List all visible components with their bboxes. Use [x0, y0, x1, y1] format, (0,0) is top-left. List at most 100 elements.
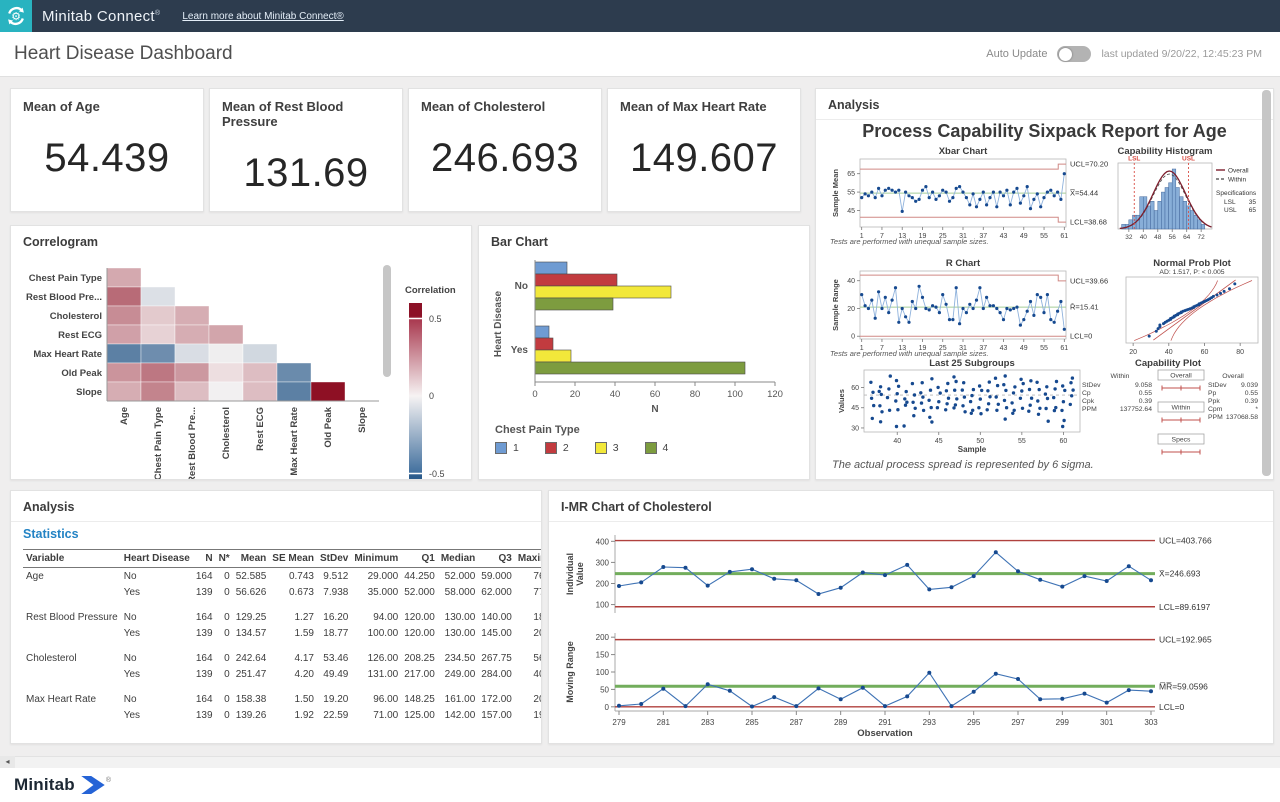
- svg-text:Cpm: Cpm: [1208, 406, 1223, 413]
- svg-text:Within: Within: [1111, 373, 1130, 380]
- bar-chart: NoYes020406080100120NHeart Disease: [489, 258, 789, 423]
- svg-text:299: 299: [1056, 718, 1070, 727]
- svg-text:Observation: Observation: [857, 728, 913, 738]
- svg-text:60: 60: [650, 389, 661, 400]
- svg-text:65: 65: [847, 171, 855, 178]
- svg-text:100: 100: [596, 668, 610, 677]
- svg-text:0.55: 0.55: [1139, 390, 1152, 397]
- svg-text:100: 100: [727, 389, 743, 400]
- legend-item: 4: [645, 442, 669, 454]
- svg-text:*: *: [1255, 406, 1258, 413]
- svg-text:Ppk: Ppk: [1208, 398, 1220, 405]
- kpi-card-mean-age: Mean of Age 54.439: [10, 88, 204, 212]
- svg-text:0.55: 0.55: [1245, 390, 1258, 397]
- scroll-left-arrow-icon[interactable]: ◂: [0, 756, 15, 768]
- registered-mark: ®: [106, 777, 111, 784]
- kpi-value: 54.439: [11, 136, 203, 181]
- kpi-label: Mean of Max Heart Rate: [608, 89, 800, 114]
- correlogram-scrollbar[interactable]: [383, 265, 391, 377]
- svg-text:Cholesterol: Cholesterol: [50, 311, 102, 322]
- svg-text:Chest Pain Type: Chest Pain Type: [153, 407, 164, 480]
- sixpack-charts: Xbar Chart455565Sample Mean1713192531374…: [826, 145, 1263, 466]
- svg-text:137068.58: 137068.58: [1226, 414, 1258, 421]
- svg-text:30: 30: [851, 425, 859, 432]
- svg-text:72: 72: [1198, 234, 1206, 241]
- panel-title: Analysis: [816, 89, 1273, 120]
- svg-text:Overall: Overall: [1222, 373, 1244, 380]
- svg-text:Cholesterol: Cholesterol: [221, 407, 232, 459]
- panel-title: Analysis: [11, 491, 541, 522]
- auto-update-toggle[interactable]: [1057, 46, 1091, 62]
- svg-text:Values: Values: [837, 389, 846, 413]
- sixpack-scrollbar[interactable]: [1262, 90, 1271, 476]
- svg-text:Rest ECG: Rest ECG: [58, 330, 102, 341]
- panel-title: I-MR Chart of Cholesterol: [549, 491, 1273, 522]
- top-navbar: ⚙ Minitab Connect® Learn more about Mini…: [0, 0, 1280, 32]
- svg-text:Individual: Individual: [565, 553, 575, 595]
- correlogram-heatmap: Chest Pain Type Rest Blood Pre... Choleste…: [17, 258, 385, 480]
- svg-text:R Chart: R Chart: [946, 258, 981, 269]
- learn-more-link[interactable]: Learn more about Minitab Connect®: [182, 11, 343, 22]
- panel-title: Bar Chart: [479, 226, 809, 256]
- legend-item: 2: [545, 442, 569, 454]
- svg-text:50: 50: [976, 438, 984, 445]
- svg-text:Sample Range: Sample Range: [831, 279, 840, 331]
- svg-text:Normal Prob Plot: Normal Prob Plot: [1153, 258, 1231, 269]
- svg-text:300: 300: [596, 558, 610, 567]
- page-title: Heart Disease Dashboard: [14, 43, 233, 65]
- svg-text:43: 43: [1000, 233, 1008, 240]
- svg-text:49: 49: [1020, 345, 1028, 352]
- svg-text:40: 40: [893, 438, 901, 445]
- svg-text:StDev: StDev: [1208, 382, 1227, 389]
- svg-text:40: 40: [1165, 349, 1173, 356]
- svg-text:200: 200: [596, 579, 610, 588]
- svg-text:60: 60: [1059, 438, 1067, 445]
- svg-text:Age: Age: [119, 407, 130, 425]
- svg-text:Cpk: Cpk: [1082, 398, 1095, 405]
- svg-text:UCL=192.965: UCL=192.965: [1159, 635, 1212, 645]
- legend-item: 3: [595, 442, 619, 454]
- svg-text:40: 40: [610, 389, 621, 400]
- svg-text:303: 303: [1144, 718, 1158, 727]
- svg-text:StDev: StDev: [1082, 382, 1101, 389]
- svg-text:Xbar Chart: Xbar Chart: [939, 146, 988, 157]
- svg-text:55: 55: [1040, 345, 1048, 352]
- svg-text:Max Heart Rate: Max Heart Rate: [289, 407, 300, 476]
- svg-text:No: No: [515, 281, 528, 292]
- legend-item: 1: [495, 442, 519, 454]
- last-updated-text: last updated 9/20/22, 12:45:23 PM: [1101, 48, 1262, 60]
- svg-text:20: 20: [847, 306, 855, 313]
- svg-text:289: 289: [834, 718, 848, 727]
- svg-text:56: 56: [1169, 234, 1177, 241]
- page: ⚙ Minitab Connect® Learn more about Mini…: [0, 0, 1280, 802]
- svg-text:Rest Blood Pre...: Rest Blood Pre...: [26, 292, 102, 303]
- svg-text:LCL=89.6197: LCL=89.6197: [1159, 602, 1211, 612]
- svg-text:UCL=39.66: UCL=39.66: [1070, 276, 1108, 285]
- svg-text:Correlation: Correlation: [405, 285, 456, 296]
- svg-text:0: 0: [851, 334, 855, 341]
- statistics-link[interactable]: Statistics: [23, 527, 79, 541]
- svg-text:50: 50: [600, 685, 609, 694]
- minitab-connect-logo-icon[interactable]: ⚙: [0, 0, 32, 32]
- svg-text:0.39: 0.39: [1139, 398, 1152, 405]
- sixpack-footnote: The actual process spread is represented…: [832, 459, 1094, 471]
- svg-text:Yes: Yes: [511, 345, 529, 356]
- svg-text:301: 301: [1100, 718, 1114, 727]
- svg-text:20: 20: [1129, 349, 1137, 356]
- kpi-label: Mean of Age: [11, 89, 203, 114]
- svg-text:49: 49: [1020, 233, 1028, 240]
- svg-text:Rest Blood Pre...: Rest Blood Pre...: [187, 407, 198, 480]
- svg-text:PPM: PPM: [1082, 406, 1097, 413]
- kpi-value: 149.607: [608, 136, 800, 181]
- sixpack-report-title: Process Capability Sixpack Report for Ag…: [816, 121, 1273, 142]
- toggle-knob: [1059, 48, 1072, 61]
- svg-text:61: 61: [1060, 233, 1068, 240]
- svg-text:285: 285: [745, 718, 759, 727]
- svg-text:Cp: Cp: [1082, 390, 1091, 397]
- panel-title: Correlogram: [11, 226, 471, 256]
- svg-text:Overall: Overall: [1170, 373, 1192, 380]
- svg-text:20: 20: [570, 389, 581, 400]
- page-header: Heart Disease Dashboard Auto Update last…: [0, 32, 1280, 77]
- auto-update-label: Auto Update: [986, 48, 1047, 60]
- svg-text:45: 45: [935, 438, 943, 445]
